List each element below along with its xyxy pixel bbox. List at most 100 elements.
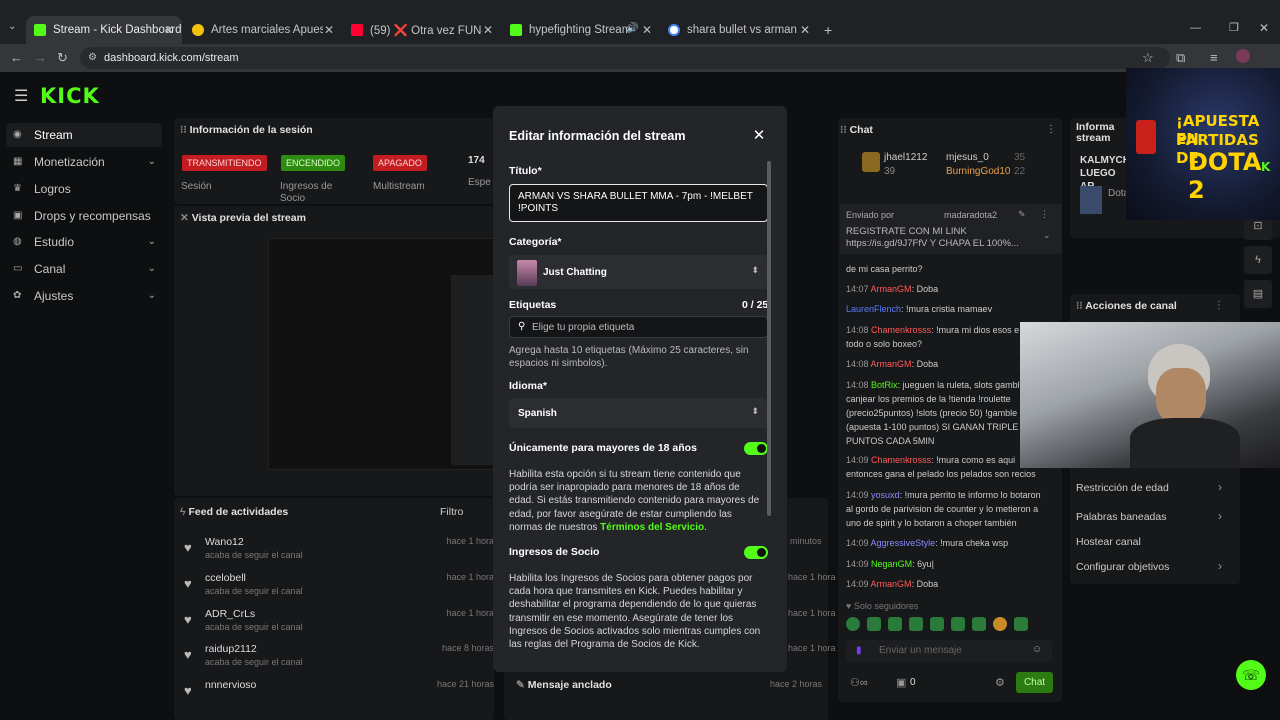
emote-icon[interactable] [951,617,965,631]
close-tab-icon[interactable]: ✕ [164,23,174,37]
chat-options-icon[interactable]: ⋮ [1046,124,1056,135]
pin-icon[interactable]: ✎ [1018,209,1026,220]
tab-kick-dashboard[interactable]: Stream - Kick Dashboard ✕ [26,16,182,44]
close-icon[interactable]: ✕ [180,212,192,224]
tab-youtube[interactable]: (59) ❌ Otra vez FUN4D0... 😡 ✕ [343,16,501,44]
drag-handle-icon[interactable]: ⁝⁝ [840,124,850,136]
sidebar-item-stream[interactable]: ◉ Stream [6,123,162,147]
feed-item[interactable]: ♥ raidup2112 acaba de seguir el canal hace … [184,643,494,677]
bookmark-star-icon[interactable]: ☆ [1142,50,1154,66]
sidebar-item-logros[interactable]: ♛ Logros [6,177,162,201]
chat-send-button[interactable]: Chat [1016,672,1053,693]
audio-icon[interactable]: 🔊 [626,23,638,34]
extensions-icon[interactable]: ⧉ [1176,50,1185,66]
emote-icon[interactable] [993,617,1007,631]
close-tab-icon[interactable]: ✕ [324,23,334,37]
emote-icon[interactable] [930,617,944,631]
tags-input[interactable]: ⚲ Elige tu propia etiqueta [509,316,768,338]
points-icon[interactable]: ▣ [896,676,906,689]
chat-user[interactable]: yosuxd [871,490,900,500]
drag-handle-icon[interactable]: ⁝⁝ [180,124,190,136]
close-tab-icon[interactable]: ✕ [800,23,810,37]
chat-user[interactable]: Chamenkrosss [871,325,931,335]
more-icon[interactable]: ⋮ [1040,209,1049,220]
action-banned-words[interactable]: Palabras baneadas [1076,511,1167,523]
menu-icon[interactable]: ☰ [14,86,28,106]
close-icon[interactable]: ✕ [750,126,768,144]
clipboard-icon[interactable]: ▤ [1244,280,1272,308]
lightning-icon[interactable]: ϟ [1244,246,1272,274]
adult-only-toggle[interactable] [744,442,768,455]
drag-handle-icon[interactable]: ⁝⁝ [1076,300,1085,312]
chat-user[interactable]: NeganGM [871,559,912,569]
new-tab-button[interactable]: + [824,22,832,38]
emoji-icon[interactable]: ☺ [1032,644,1042,655]
sidebar-item-monetizacion[interactable]: ▦ Monetización ⌄ [6,150,162,174]
minimize-icon[interactable]: — [1190,22,1201,34]
stream-title-input[interactable]: ARMAN VS SHARA BULLET MMA - 7pm - !MELBE… [509,184,768,222]
language-select[interactable]: Spanish ⬍ [509,398,768,428]
top-user-name: BurningGod10 [946,166,1011,177]
chat-user[interactable]: AggressiveStyle [871,538,936,548]
reload-icon[interactable]: ↻ [57,50,68,66]
stream-preview-video[interactable] [268,238,495,470]
chevron-down-icon[interactable]: ⌄ [1043,230,1051,241]
terms-link[interactable]: Términos del Servicio [600,522,704,533]
tab-hypefighting[interactable]: hypefighting Stream - Watc 🔊 ✕ [502,16,660,44]
feed-item[interactable]: ♥ ccelobell acaba de seguir el canal hace 1… [184,572,494,606]
chevron-right-icon[interactable]: › [1218,480,1222,494]
profile-avatar[interactable] [1236,49,1250,63]
forward-icon[interactable]: → [34,50,47,65]
emote-icon[interactable] [867,617,881,631]
feed-item[interactable]: ♥ ADR_CrLs acaba de seguir el canal hace 1 … [184,608,494,642]
emote-icon[interactable] [909,617,923,631]
chat-user[interactable]: ArmanGM [871,579,912,589]
action-host-channel[interactable]: Hostear canal [1076,536,1141,548]
partner-income-toggle[interactable] [744,546,768,559]
users-icon[interactable]: ⚇∞ [850,676,868,689]
support-chat-button[interactable]: ☏ [1236,660,1266,690]
tab-search-icon[interactable]: ⌄ [8,21,16,32]
emote-icon[interactable] [1014,617,1028,631]
emote-icon[interactable] [972,617,986,631]
chat-input[interactable]: ▮ Enviar un mensaje ☺ [846,640,1052,662]
tab-artes-marciales[interactable]: Artes marciales Apuestas Online ✕ [184,16,342,44]
site-info-icon[interactable]: ⚙ [88,47,97,69]
feed-time: hace 1 hora [446,536,494,546]
sidebar-item-drops[interactable]: ▣ Drops y recompensas [6,204,162,228]
feed-filter-button[interactable]: Filtro [440,506,463,518]
kick-logo[interactable]: KICK [40,84,100,108]
window-close-icon[interactable]: ✕ [1259,21,1269,35]
chat-user[interactable]: ArmanGM [871,359,912,369]
emote-icon[interactable] [888,617,902,631]
url-field[interactable]: ⚙ dashboard.kick.com/stream [80,47,1170,69]
sidebar-item-ajustes[interactable]: ✿ Ajustes ⌄ [6,284,162,308]
feed-item[interactable]: ♥ Wano12 acaba de seguir el canal hace 1 ho… [184,536,494,570]
chat-user[interactable]: Chamenkrosss [871,455,931,465]
close-tab-icon[interactable]: ✕ [483,23,493,37]
chat-user[interactable]: BotRix [871,380,898,390]
heart-icon: ♥ [846,601,854,611]
tab-google-search[interactable]: shara bullet vs arman - Buscar c ✕ [660,16,818,44]
emote-icon[interactable] [846,617,860,631]
pinned-chat-message[interactable]: Enviado por madaradota2 ✎ ⋮ REGISTRATE C… [840,204,1062,254]
chevron-right-icon[interactable]: › [1218,509,1222,523]
chat-user[interactable]: LaurenFlench [846,304,901,314]
back-icon[interactable]: ← [10,50,23,65]
settings-gear-icon[interactable]: ⚙ [995,676,1005,689]
sidebar-item-estudio[interactable]: ◍ Estudio ⌄ [6,230,162,254]
maximize-icon[interactable]: ❐ [1229,21,1239,34]
time-text: hace 2 horas [770,679,823,689]
chat-user[interactable]: ArmanGM [871,284,912,294]
feed-item[interactable]: ♥ nnnervioso hace 21 horas [184,679,494,713]
action-goals[interactable]: Configurar objetivos [1076,561,1169,573]
media-icon[interactable]: ≡ [1210,50,1218,65]
close-tab-icon[interactable]: ✕ [642,23,652,37]
sidebar-item-canal[interactable]: ▭ Canal ⌄ [6,257,162,281]
more-icon[interactable]: ⋮ [1214,300,1224,311]
viewer-stat-value: 174 [468,155,485,166]
category-select[interactable]: Just Chatting ⬍ [509,255,768,289]
action-age-restriction[interactable]: Restricción de edad [1076,482,1169,494]
chevron-right-icon[interactable]: › [1218,559,1222,573]
modal-scrollbar[interactable] [767,161,771,516]
